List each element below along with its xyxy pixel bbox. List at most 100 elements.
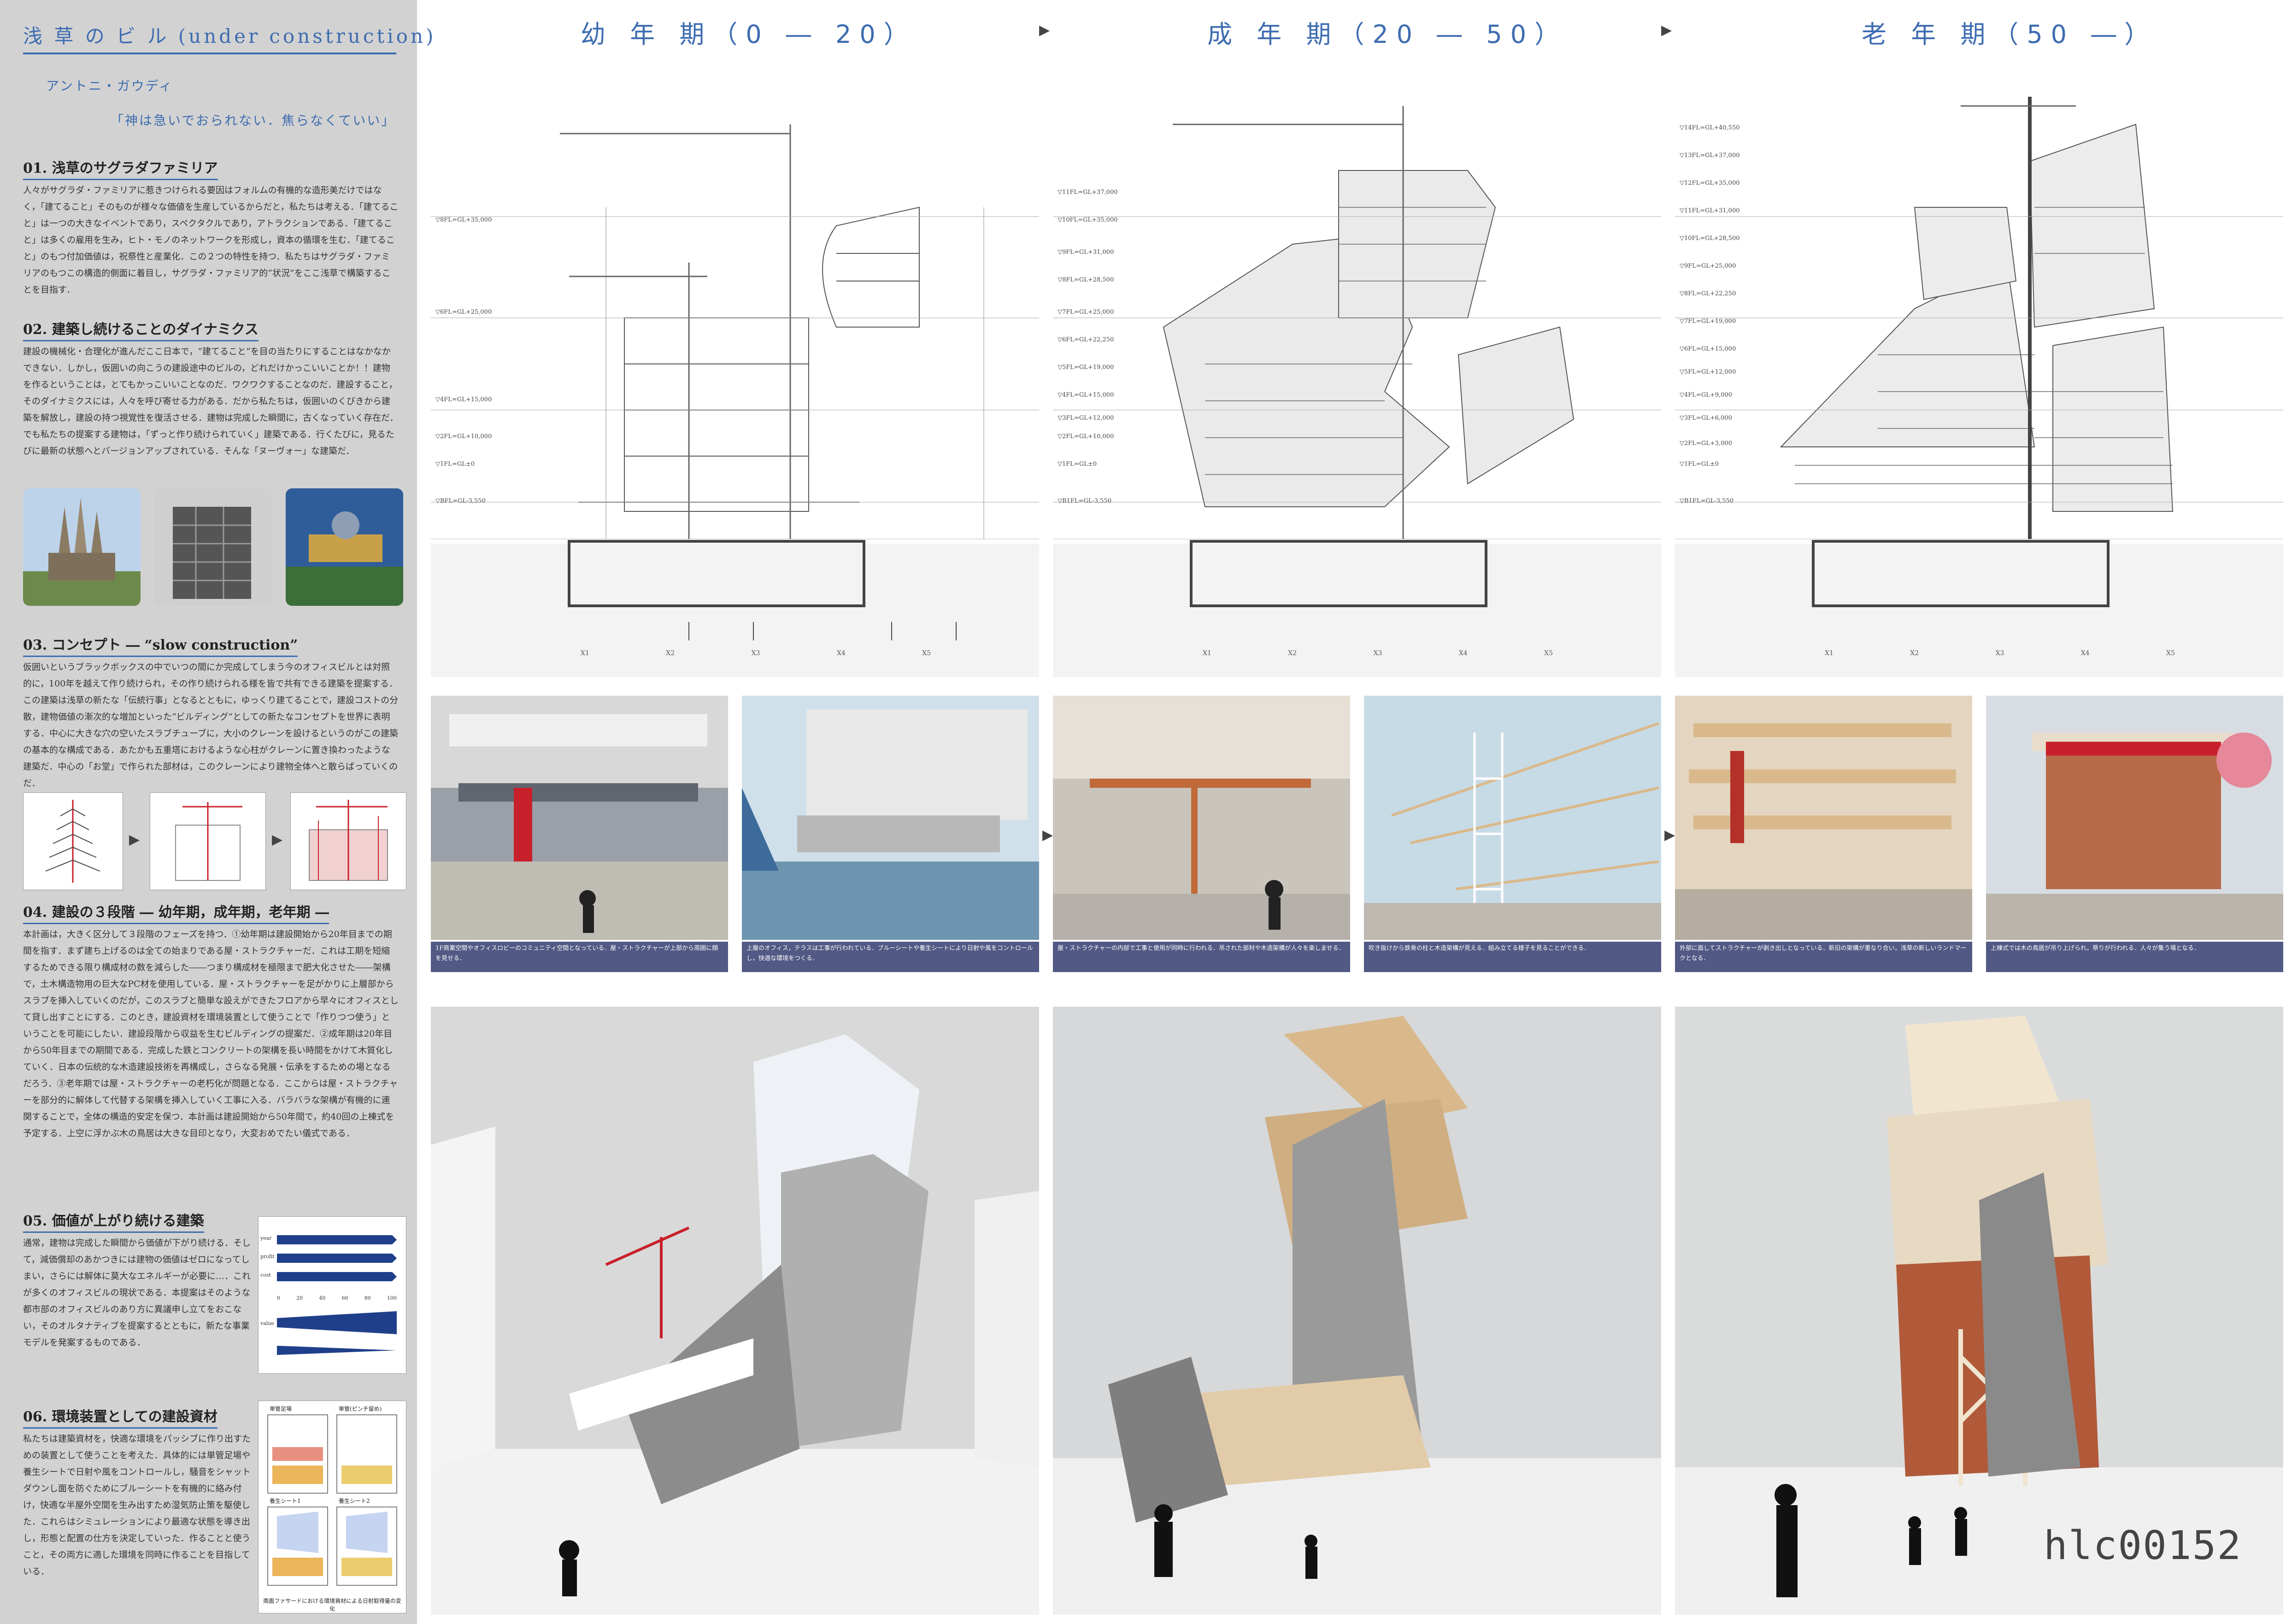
level-label: ▽8FL=GL+28,500 (1058, 276, 1114, 283)
distribution-diagram (290, 792, 406, 890)
entry-id-badge: hlc00152 (2044, 1523, 2242, 1569)
section-01-heading: 01. 浅草のサグラダファミリア (23, 157, 218, 180)
grid-label: X5 (922, 650, 931, 657)
grid-label: X2 (666, 650, 675, 657)
tick-20: 20 (296, 1295, 303, 1301)
arrow-icon: ▶ (1042, 827, 1053, 843)
level-label: ▽3FL=GL+12,000 (1058, 415, 1114, 422)
level-label: ▽13FL=GL+37,000 (1680, 152, 1740, 159)
level-label: ▽11FL=GL+31,000 (1680, 207, 1740, 214)
env-label-1: 単管足場 (270, 1406, 292, 1412)
tick-100: 100 (387, 1295, 397, 1301)
level-label: ▽2FL=GL+10,000 (435, 433, 492, 440)
grid-labels-elder: X1 X2 X3 X4 X5 (1825, 650, 2175, 657)
grid-label: X5 (2166, 650, 2175, 657)
section-drawing-adult (1053, 69, 1661, 677)
arrow-icon: ▶ (272, 832, 283, 848)
quote-author: アントニ・ガウディ (46, 78, 173, 94)
level-label: ▽7FL=GL+25,000 (1058, 309, 1114, 316)
level-label: ▽6FL=GL+15,000 (1680, 346, 1736, 352)
level-label: ▽9FL=GL+25,000 (1680, 263, 1736, 270)
tick-60: 60 (341, 1295, 348, 1301)
chart-label-cost: cost (260, 1272, 271, 1278)
grid-label: X4 (2080, 650, 2090, 657)
level-label: ▽4FL=GL+15,000 (1058, 392, 1114, 399)
section-03-body: 仮囲いというブラックボックスの中でいつの間にか完成してしまう今のオフィスビルとは… (23, 662, 399, 788)
level-label: ▽4FL=GL+9,000 (1680, 392, 1732, 399)
perspective-caption: 1F商業空間やオフィスロビーのコミュニティ空間となっている．屋・ストラクチャーが… (431, 942, 728, 972)
perspective-caption: 上棟式では木の鳥居が吊り上げられ，祭りが行われる．人々が集う場となる． (1986, 942, 2283, 972)
env-label-4: 養生シート2 (339, 1498, 370, 1504)
level-label: ▽10FL=GL+35,000 (1058, 217, 1118, 223)
perspective-adult-1: 屋・ストラクチャーの内部で工事と使用が同時に行われる．吊された部材や木造架構が人… (1053, 696, 1350, 972)
section-02-body: 建設の機械化・合理化が進んだここ日本で，“建てること”を目の当たりにすることはな… (23, 346, 399, 456)
section-05-body: 通常，建物は完成した瞬間から価値が下がり続ける．そして，減価償却のあかつきには建… (23, 1238, 251, 1348)
tick-80: 80 (364, 1295, 371, 1301)
level-label: ▽14FL=GL+40,550 (1680, 124, 1740, 131)
perspective-elder-2: 上棟式では木の鳥居が吊り上げられ，祭りが行われる．人々が集う場となる． (1986, 696, 2283, 972)
section-03-heading: 03. コンセプト ― “slow construction” (23, 633, 298, 657)
tick-0: 0 (277, 1295, 280, 1301)
env-label-2: 単管(ピンチ留め) (339, 1406, 382, 1412)
grid-label: X2 (1910, 650, 1919, 657)
level-label: ▽10FL=GL+28,500 (1680, 235, 1740, 242)
grid-label: X3 (751, 650, 760, 657)
pagoda-diagram (23, 792, 123, 890)
section-drawing-youth (431, 69, 1039, 677)
construction-site-photo (154, 488, 272, 606)
section-05-heading: 05. 価値が上がり続ける建築 (23, 1209, 204, 1233)
crane-core-diagram (150, 792, 266, 890)
section-drawing-elder (1675, 69, 2283, 677)
level-label: ▽1FL=GL±0 (435, 461, 475, 468)
section-06-heading: 06. 環境装置としての建設資材 (23, 1405, 217, 1429)
section-01-body: 人々がサグラダ・ファミリアに惹きつけられる要因はフォルムの有機的な造形美だけでは… (23, 185, 399, 295)
section-04-body: 本計画は，大きく区分して３段階のフェーズを持つ．①幼年期は建設開始から20年目ま… (23, 929, 399, 1138)
level-label: ▽6FL=GL+25,000 (435, 309, 492, 316)
perspective-caption: 外部に面してストラクチャーが剥き出しとなっている．新旧の架構が重なり合い，浅草の… (1675, 942, 1972, 972)
stage-title-youth: 幼 年 期（0 ― 20） (581, 20, 917, 49)
level-label: ▽6FL=GL+22,250 (1058, 336, 1114, 343)
grid-label: X1 (1203, 650, 1211, 657)
stage-title-adult: 成 年 期（20 ― 50） (1207, 20, 1568, 49)
grid-label: X3 (1373, 650, 1382, 657)
env-label-3: 養生シート1 (270, 1498, 301, 1504)
arrow-icon: ▶ (129, 832, 140, 848)
level-label: ▽2FL=GL+3,000 (1680, 440, 1732, 447)
quote-text: 「神は急いでおられない．焦らなくていい」 (111, 113, 396, 128)
stage-title-elder: 老 年 期（50 ―） (1862, 20, 2158, 49)
level-label: ▽B1FL=GL-3,550 (1680, 498, 1734, 504)
grid-label: X4 (836, 650, 846, 657)
grid-labels-youth: X1 X2 X3 X4 X5 (581, 650, 931, 657)
sagrada-familia-photo (23, 488, 141, 606)
perspective-adult-2: 吹き抜けから鉄骨の柱と木造架構が見える．組み立てる様子を見ることができる． (1364, 696, 1661, 972)
level-label: ▽8FL=GL+35,000 (435, 217, 492, 223)
asakusa-festival-photo (286, 488, 403, 606)
grid-label: X3 (1995, 650, 2004, 657)
grid-label: X1 (1825, 650, 1834, 657)
level-label: ▽3FL=GL+6,000 (1680, 415, 1732, 422)
arrow-icon: ▶ (1664, 827, 1675, 843)
perspective-caption: 上層のオフィス，テラスは工事が行われている．ブルーシートや養生シートにより日射や… (742, 942, 1039, 972)
level-label: ▽8FL=GL+22,250 (1680, 290, 1736, 297)
rendering-adult (1053, 1007, 1661, 1615)
chart-label-value: value (260, 1320, 274, 1326)
perspective-youth-2: 上層のオフィス，テラスは工事が行われている．ブルーシートや養生シートにより日射や… (742, 696, 1039, 972)
value-chart: year profit cost value 0 20 40 60 80 100 (258, 1216, 406, 1374)
rendering-elder: hlc00152 (1675, 1007, 2283, 1615)
level-label: ▽B1FL=GL-3,550 (1058, 498, 1111, 504)
grid-label: X1 (581, 650, 589, 657)
arrow-icon: ▶ (1661, 22, 1672, 38)
level-label: ▽4FL=GL+15,000 (435, 396, 492, 403)
chart-label-profit: profit (260, 1254, 275, 1260)
environment-diagram: 単管足場 単管(ピンチ留め) 養生シート1 養生シート2 南面ファサードにおける… (258, 1401, 406, 1613)
level-label: ▽2FL=GL+10,000 (1058, 433, 1114, 440)
env-caption: 南面ファサードにおける環境資材による日射取得量の変化 (263, 1598, 401, 1612)
perspective-youth-1: 1F商業空間やオフィスロビーのコミュニティ空間となっている．屋・ストラクチャーが… (431, 696, 728, 972)
section-06-body: 私たちは建築資材を，快適な環境をパッシブに作り出すための装置として使うことを考え… (23, 1434, 251, 1577)
level-label: ▽5FL=GL+12,000 (1680, 369, 1736, 375)
rendering-youth (431, 1007, 1039, 1615)
level-label: ▽9FL=GL+31,000 (1058, 249, 1114, 256)
level-label: ▽BFL=GL-3,550 (435, 498, 486, 504)
level-label: ▽1FL=GL±0 (1058, 461, 1097, 468)
level-label: ▽1FL=GL±0 (1680, 461, 1719, 468)
